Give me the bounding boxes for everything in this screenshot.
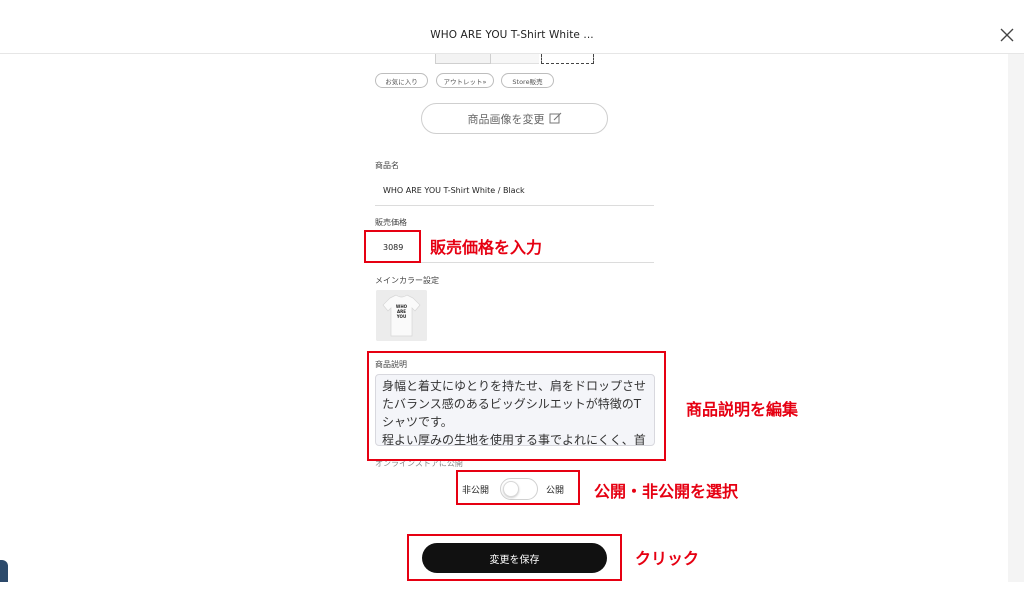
annotation-price: 販売価格を入力 (430, 238, 543, 257)
product-name-label: 商品名 (375, 161, 399, 170)
corner-mark (0, 560, 8, 582)
left-gutter (0, 54, 8, 582)
modal-header: WHO ARE YOU T-Shirt White ... (0, 0, 1024, 54)
tshirt-image: WHO ARE YOU (376, 290, 427, 341)
annotation-description: 商品説明を編集 (686, 400, 799, 419)
online-store-label: オンラインストアに公開 (375, 459, 463, 468)
close-icon[interactable] (1000, 28, 1014, 42)
description-label: 商品説明 (375, 360, 407, 369)
edit-icon (549, 112, 561, 124)
product-name-input[interactable] (375, 175, 654, 206)
tag-store-sale[interactable]: Store販売 (501, 73, 554, 88)
change-image-label: 商品画像を変更 (467, 112, 545, 126)
tag-outlet[interactable]: アウトレット» (436, 73, 494, 88)
main-color-label: メインカラー設定 (375, 276, 439, 285)
tag-favorite[interactable]: お気に入り (375, 73, 428, 88)
main-color-thumbnail[interactable]: WHO ARE YOU (376, 290, 427, 341)
thumb-text-line: YOU (396, 314, 406, 319)
visibility-switch[interactable] (500, 478, 538, 500)
annotation-click: クリック (635, 549, 700, 568)
add-image-slot[interactable] (541, 54, 594, 64)
price-label: 販売価格 (375, 218, 407, 227)
scrollbar-track[interactable] (1008, 54, 1024, 582)
save-changes-button[interactable]: 変更を保存 (422, 543, 607, 573)
product-image-thumb[interactable] (491, 54, 539, 64)
change-image-button[interactable]: 商品画像を変更 (421, 103, 608, 134)
annotation-visibility: 公開・非公開を選択 (594, 482, 739, 501)
private-label: 非公開 (462, 486, 490, 496)
visibility-toggle-group: 非公開 公開 (462, 478, 574, 500)
modal-title: WHO ARE YOU T-Shirt White ... (430, 29, 594, 41)
switch-knob (503, 481, 519, 497)
product-image-thumb[interactable] (435, 54, 491, 64)
public-label: 公開 (546, 486, 565, 496)
description-textarea[interactable]: 身幅と着丈にゆとりを持たせ、肩をドロップさせたバランス感のあるビッグシルエットが… (375, 374, 655, 446)
